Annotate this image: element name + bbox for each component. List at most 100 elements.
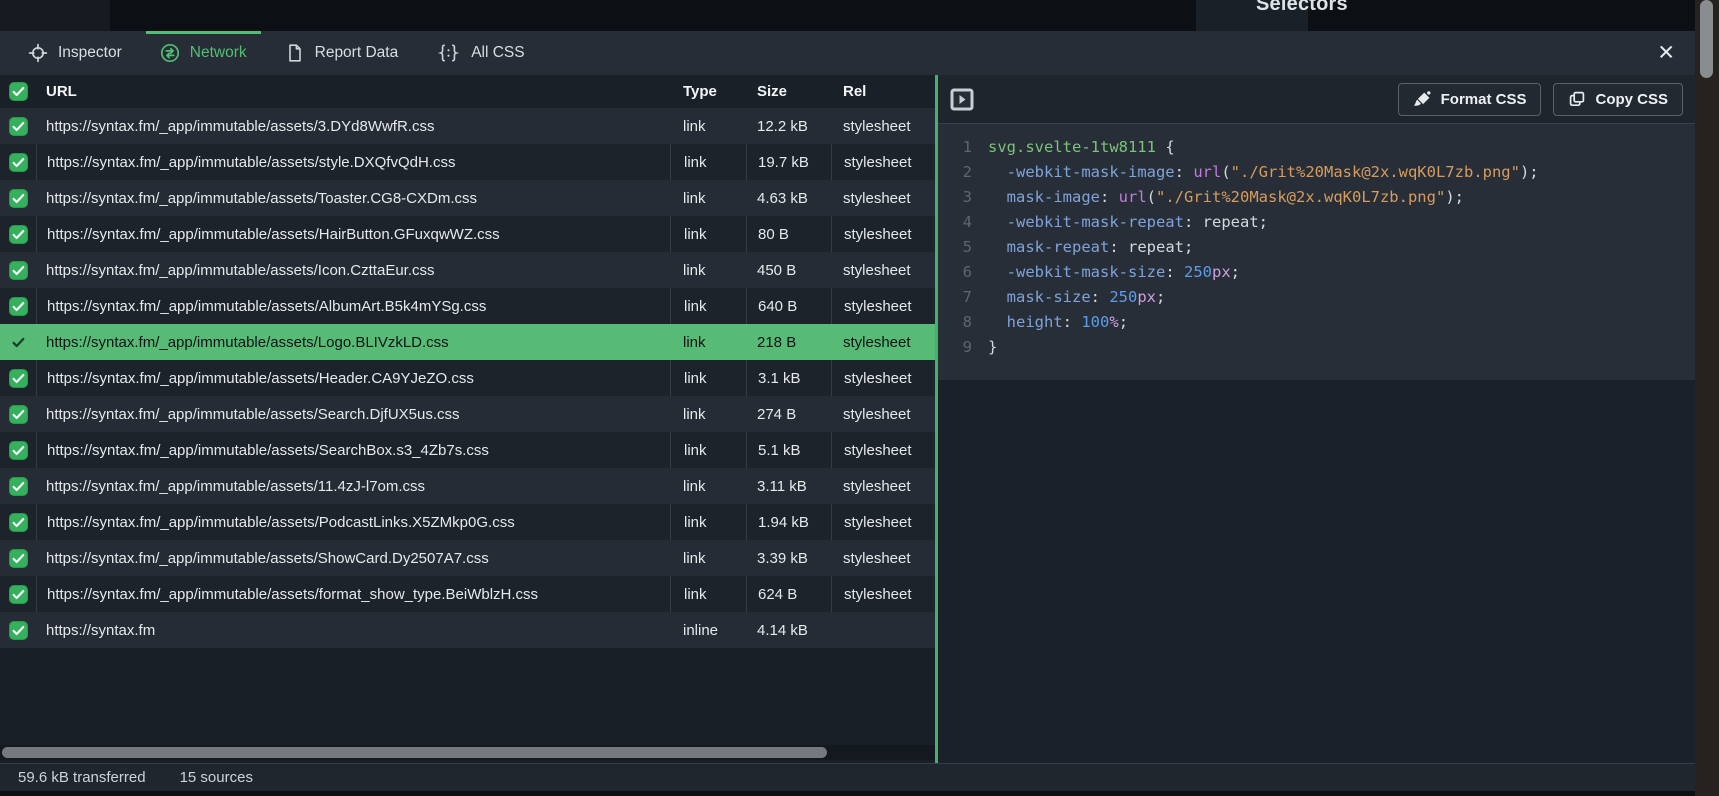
table-row[interactable]: https://syntax.fm/_app/immutable/assets/… (0, 180, 935, 216)
cell-url: https://syntax.fm/_app/immutable/assets/… (36, 144, 670, 180)
row-checkbox[interactable] (0, 540, 36, 576)
checkbox-icon (9, 405, 28, 424)
checkbox-icon (9, 225, 28, 244)
cell-url: https://syntax.fm/_app/immutable/assets/… (36, 396, 670, 432)
tab-inspector[interactable]: Inspector (14, 31, 136, 75)
row-checkbox[interactable] (0, 144, 36, 180)
table-row[interactable]: https://syntax.fm/_app/immutable/assets/… (0, 324, 935, 360)
cell-size: 4.63 kB (746, 180, 831, 216)
cell-type: link (670, 216, 746, 252)
checkbox-icon (9, 585, 28, 604)
tab-label: Report Data (315, 44, 399, 62)
cell-type: link (670, 576, 746, 612)
transferred-total: 59.6 kB transferred (18, 769, 146, 786)
table-row[interactable]: https://syntax.fm/_app/immutable/assets/… (0, 576, 935, 612)
tab-network[interactable]: Network (146, 31, 261, 75)
line-number: 6 (946, 260, 972, 285)
cell-url: https://syntax.fm/_app/immutable/assets/… (36, 180, 670, 216)
row-checkbox[interactable] (0, 252, 36, 288)
tab-all-css[interactable]: All CSS (422, 31, 538, 75)
code-line: 4 -webkit-mask-repeat: repeat; (946, 210, 1679, 235)
network-panel: URL Type Size Rel https://syntax.fm/_app… (0, 75, 935, 763)
row-checkbox[interactable] (0, 504, 36, 540)
screen: Selectors InspectorNetworkReport DataAll… (0, 0, 1719, 796)
cell-size: 640 B (746, 288, 831, 324)
row-checkbox[interactable] (0, 324, 36, 360)
table-row[interactable]: https://syntax.fm/_app/immutable/assets/… (0, 504, 935, 540)
cell-size: 19.7 kB (746, 144, 831, 180)
row-checkbox[interactable] (0, 396, 36, 432)
row-checkbox[interactable] (0, 612, 36, 648)
table-row[interactable]: https://syntax.fm/_app/immutable/assets/… (0, 108, 935, 144)
row-checkbox[interactable] (0, 108, 36, 144)
row-checkbox[interactable] (0, 432, 36, 468)
page-scrollbar-thumb[interactable] (1700, 0, 1713, 78)
table-row[interactable]: https://syntax.fm/_app/immutable/assets/… (0, 432, 935, 468)
sources-count: 15 sources (180, 769, 253, 786)
cell-url: https://syntax.fm/_app/immutable/assets/… (36, 324, 670, 360)
row-checkbox[interactable] (0, 216, 36, 252)
code-line: 9} (946, 335, 1679, 360)
cell-rel: stylesheet (831, 288, 935, 324)
cell-type: link (670, 504, 746, 540)
table-row[interactable]: https://syntax.fm/_app/immutable/assets/… (0, 144, 935, 180)
css-viewer-toolbar: Format CSS Copy CSS (938, 75, 1695, 124)
horizontal-scrollbar[interactable] (0, 745, 935, 760)
code-line: 1svg.svelte-1tw8111 { (946, 135, 1679, 160)
line-number: 2 (946, 160, 972, 185)
cell-type: link (670, 324, 746, 360)
horizontal-scrollbar-thumb[interactable] (2, 747, 827, 758)
table-row[interactable]: https://syntax.fm/_app/immutable/assets/… (0, 396, 935, 432)
expand-panel-button[interactable] (950, 88, 974, 111)
checkbox-icon (9, 369, 28, 388)
panel-toggle-icon (950, 88, 974, 111)
cell-rel: stylesheet (831, 108, 935, 144)
cell-url: https://syntax.fm (36, 612, 670, 648)
tab-report-data[interactable]: Report Data (271, 31, 413, 75)
cell-type: link (670, 432, 746, 468)
format-css-button[interactable]: Format CSS (1398, 83, 1542, 116)
cell-type: link (670, 144, 746, 180)
cell-rel: stylesheet (831, 432, 935, 468)
close-icon: ✕ (1657, 42, 1675, 65)
checkbox-icon (9, 441, 28, 460)
cell-type: link (670, 396, 746, 432)
cell-size: 1.94 kB (746, 504, 831, 540)
cell-rel (831, 612, 935, 648)
table-row[interactable]: https://syntax.fm/_app/immutable/assets/… (0, 288, 935, 324)
copy-icon (1568, 90, 1586, 108)
row-checkbox[interactable] (0, 180, 36, 216)
line-number: 3 (946, 185, 972, 210)
cell-size: 3.11 kB (746, 468, 831, 504)
row-checkbox[interactable] (0, 360, 36, 396)
table-row[interactable]: https://syntax.fm/_app/immutable/assets/… (0, 540, 935, 576)
cell-rel: stylesheet (831, 180, 935, 216)
inspect-icon (28, 43, 48, 63)
cell-type: link (670, 540, 746, 576)
cell-url: https://syntax.fm/_app/immutable/assets/… (36, 432, 670, 468)
paintbrush-icon (1413, 90, 1432, 109)
table-row[interactable]: https://syntax.fm/_app/immutable/assets/… (0, 216, 935, 252)
row-checkbox[interactable] (0, 576, 36, 612)
row-checkbox[interactable] (0, 468, 36, 504)
code-line: 7 mask-size: 250px; (946, 285, 1679, 310)
cell-size: 624 B (746, 576, 831, 612)
cell-url: https://syntax.fm/_app/immutable/assets/… (36, 576, 670, 612)
checkbox-icon (9, 513, 28, 532)
braces-icon (436, 43, 461, 63)
tab-list: InspectorNetwork Report Data All CSS (14, 31, 549, 75)
table-row[interactable]: https://syntax.fm/_app/immutable/assets/… (0, 468, 935, 504)
file-icon (285, 43, 305, 63)
cell-size: 218 B (746, 324, 831, 360)
table-row[interactable]: https://syntax.fm/_app/immutable/assets/… (0, 252, 935, 288)
table-row[interactable]: https://syntax.fm/_app/immutable/assets/… (0, 360, 935, 396)
status-bar: 59.6 kB transferred 15 sources (0, 763, 1695, 791)
close-button[interactable]: ✕ (1651, 39, 1681, 68)
cell-url: https://syntax.fm/_app/immutable/assets/… (36, 540, 670, 576)
copy-css-button[interactable]: Copy CSS (1553, 83, 1683, 116)
row-checkbox[interactable] (0, 288, 36, 324)
table-row[interactable]: https://syntax.fminline4.14 kB (0, 612, 935, 648)
select-all-checkbox[interactable] (0, 75, 36, 108)
cell-rel: stylesheet (831, 144, 935, 180)
page-scrollbar[interactable] (1695, 0, 1719, 796)
